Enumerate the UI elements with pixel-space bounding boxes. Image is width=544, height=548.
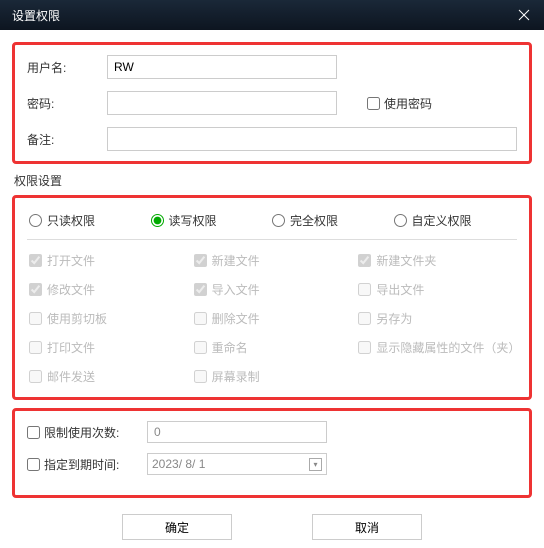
permission-radio-input[interactable] — [272, 214, 285, 227]
permission-item-label: 显示隐藏属性的文件（夹） — [376, 339, 515, 356]
remark-label: 备注: — [27, 131, 107, 148]
permission-item-checkbox — [194, 254, 207, 267]
password-input[interactable] — [107, 91, 337, 115]
titlebar: 设置权限 — [0, 0, 544, 30]
permission-item-1[interactable]: 新建文件 — [194, 252, 351, 269]
permission-item-label: 打印文件 — [47, 339, 95, 356]
permission-item-7[interactable]: 删除文件 — [194, 310, 351, 327]
use-count-option[interactable]: 限制使用次数: — [27, 424, 147, 441]
permission-item-label: 另存为 — [376, 310, 412, 327]
permission-item-9[interactable]: 打印文件 — [29, 339, 186, 356]
close-button[interactable] — [504, 0, 544, 30]
permission-item-checkbox — [194, 370, 207, 383]
use-password-option[interactable]: 使用密码 — [367, 95, 432, 112]
permission-item-label: 屏幕录制 — [212, 368, 260, 385]
permission-radio-1[interactable]: 读写权限 — [151, 212, 273, 229]
permission-radio-3[interactable]: 自定义权限 — [394, 212, 516, 229]
permission-section: 只读权限 读写权限 完全权限 自定义权限 打开文件 新建文件 新建文件夹修改文件 导入文件 导… — [12, 195, 532, 400]
use-count-label: 限制使用次数: — [44, 424, 119, 441]
permission-item-label: 删除文件 — [212, 310, 260, 327]
use-count-input[interactable] — [147, 421, 327, 443]
permission-item-2[interactable]: 新建文件夹 — [358, 252, 515, 269]
permission-item-checkbox — [358, 312, 371, 325]
permission-item-label: 新建文件夹 — [376, 252, 436, 269]
permission-item-3[interactable]: 修改文件 — [29, 281, 186, 298]
close-icon — [518, 9, 530, 21]
permission-item-12[interactable]: 邮件发送 — [29, 368, 186, 385]
permission-item-11[interactable]: 显示隐藏属性的文件（夹） — [358, 339, 515, 356]
permission-grid: 打开文件 新建文件 新建文件夹修改文件 导入文件 导出文件使用剪切板 删除文件 另存为打印文… — [27, 250, 517, 387]
permission-item-label: 修改文件 — [47, 281, 95, 298]
permission-item-0[interactable]: 打开文件 — [29, 252, 186, 269]
username-input[interactable] — [107, 55, 337, 79]
permission-radio-input[interactable] — [151, 214, 164, 227]
limits-section: 限制使用次数: 指定到期时间: 2023/ 8/ 1 ▾ — [12, 408, 532, 498]
permission-item-checkbox — [29, 370, 42, 383]
permission-item-label: 重命名 — [212, 339, 248, 356]
permission-item-checkbox — [194, 283, 207, 296]
permission-item-label: 打开文件 — [47, 252, 95, 269]
permission-type-radios: 只读权限 读写权限 完全权限 自定义权限 — [27, 208, 517, 240]
permission-item-5[interactable]: 导出文件 — [358, 281, 515, 298]
permission-item-checkbox — [358, 283, 371, 296]
permission-item-checkbox — [29, 341, 42, 354]
permission-radio-label: 自定义权限 — [412, 212, 472, 229]
use-count-checkbox[interactable] — [27, 426, 40, 439]
date-dropdown-icon[interactable]: ▾ — [309, 458, 322, 471]
permission-item-10[interactable]: 重命名 — [194, 339, 351, 356]
use-password-label: 使用密码 — [384, 95, 432, 112]
permission-item-6[interactable]: 使用剪切板 — [29, 310, 186, 327]
permission-radio-label: 读写权限 — [169, 212, 217, 229]
permission-item-checkbox — [29, 283, 42, 296]
permission-item-checkbox — [358, 254, 371, 267]
permission-item-checkbox — [29, 254, 42, 267]
permission-item-checkbox — [358, 341, 371, 354]
use-password-checkbox[interactable] — [367, 97, 380, 110]
dialog-buttons: 确定 取消 — [12, 506, 532, 540]
permission-radio-label: 完全权限 — [290, 212, 338, 229]
username-label: 用户名: — [27, 59, 107, 76]
cancel-button[interactable]: 取消 — [312, 514, 422, 540]
permission-item-label: 导入文件 — [212, 281, 260, 298]
password-label: 密码: — [27, 95, 107, 112]
permission-item-4[interactable]: 导入文件 — [194, 281, 351, 298]
permission-item-8[interactable]: 另存为 — [358, 310, 515, 327]
expiry-date-value: 2023/ 8/ 1 — [152, 457, 205, 471]
permission-radio-input[interactable] — [394, 214, 407, 227]
permission-radio-label: 只读权限 — [47, 212, 95, 229]
remark-input[interactable] — [107, 127, 517, 151]
expiry-option[interactable]: 指定到期时间: — [27, 456, 147, 473]
permission-item-label: 邮件发送 — [47, 368, 95, 385]
permission-radio-2[interactable]: 完全权限 — [272, 212, 394, 229]
dialog-content: 用户名: 密码: 使用密码 备注: 权限设置 只读权限 读写权限 完全权限 自定义权限… — [0, 30, 544, 548]
permission-item-checkbox — [29, 312, 42, 325]
permission-item-label: 新建文件 — [212, 252, 260, 269]
ok-button[interactable]: 确定 — [122, 514, 232, 540]
permission-item-13[interactable]: 屏幕录制 — [194, 368, 351, 385]
permission-radio-input[interactable] — [29, 214, 42, 227]
permission-section-title: 权限设置 — [14, 172, 532, 189]
window-title: 设置权限 — [12, 7, 60, 24]
basic-info-section: 用户名: 密码: 使用密码 备注: — [12, 42, 532, 164]
expiry-checkbox[interactable] — [27, 458, 40, 471]
expiry-label: 指定到期时间: — [44, 456, 119, 473]
permission-item-label: 导出文件 — [376, 281, 424, 298]
permission-radio-0[interactable]: 只读权限 — [29, 212, 151, 229]
permission-item-checkbox — [194, 341, 207, 354]
expiry-date-picker[interactable]: 2023/ 8/ 1 ▾ — [147, 453, 327, 475]
permission-item-checkbox — [194, 312, 207, 325]
permission-item-label: 使用剪切板 — [47, 310, 107, 327]
